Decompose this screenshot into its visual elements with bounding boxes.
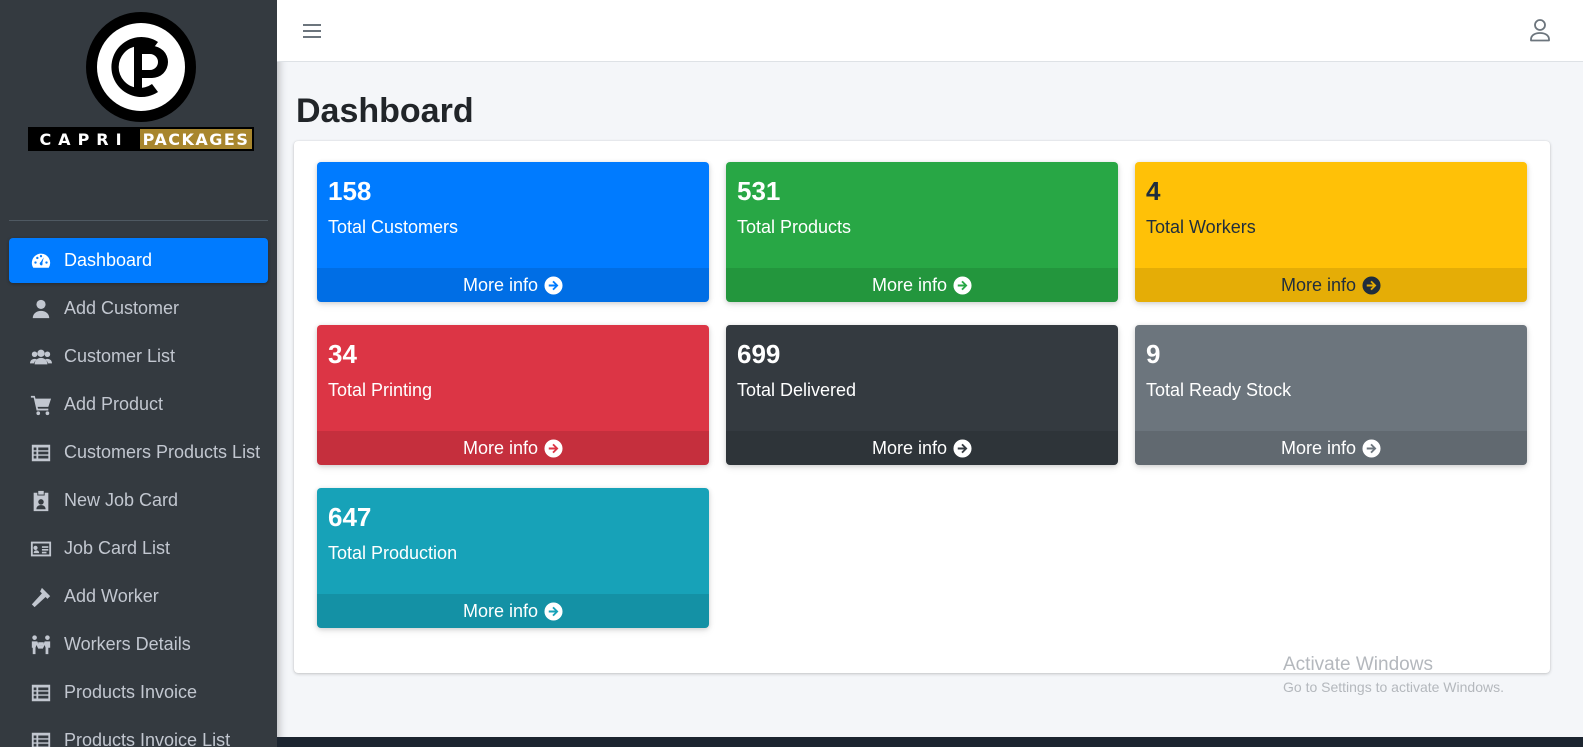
arrow-circle-right-icon xyxy=(953,438,972,458)
stat-box-printing: 34 Total Printing More info xyxy=(317,325,709,465)
sidebar-item-customer-list[interactable]: Customer List xyxy=(9,334,268,379)
stat-label: Total Workers xyxy=(1146,217,1256,237)
stat-value: 699 xyxy=(737,339,781,369)
sidebar-divider xyxy=(9,220,268,221)
stat-box-ready-stock: 9 Total Ready Stock More info xyxy=(1135,325,1527,465)
more-info-link[interactable]: More info xyxy=(1135,431,1527,465)
more-info-label: More info xyxy=(1280,437,1357,458)
sidebar-item-label: Job Card List xyxy=(64,538,171,558)
sidebar-item-job-card-list[interactable]: Job Card List xyxy=(9,526,268,571)
sidebar-item-new-job-card[interactable]: New Job Card xyxy=(9,478,268,523)
logo-word-capri: CAPRI xyxy=(28,127,140,151)
more-info-link[interactable]: More info xyxy=(1135,268,1527,302)
sidebar-item-add-customer[interactable]: Add Customer xyxy=(9,286,268,331)
id-card-icon xyxy=(29,538,53,560)
sidebar-item-label: Products Invoice xyxy=(64,682,198,702)
cart-icon xyxy=(29,394,53,416)
watermark-subtitle: Go to Settings to activate Windows. xyxy=(1283,679,1504,695)
stat-value: 158 xyxy=(328,176,372,206)
activate-windows-watermark: Activate Windows Go to Settings to activ… xyxy=(1283,654,1504,695)
arrow-circle-right-icon xyxy=(953,275,972,295)
arrow-circle-right-icon xyxy=(1362,275,1381,295)
id-badge-icon xyxy=(29,490,53,512)
stat-value: 34 xyxy=(328,339,357,369)
more-info-label: More info xyxy=(871,437,948,458)
more-info-label: More info xyxy=(462,437,539,458)
stat-box-delivered: 699 Total Delivered More info xyxy=(726,325,1118,465)
sidebar-item-add-worker[interactable]: Add Worker xyxy=(9,574,268,619)
stat-label: Total Production xyxy=(328,543,458,563)
users-icon xyxy=(29,346,53,368)
stat-label: Total Delivered xyxy=(737,380,857,400)
stat-label: Total Customers xyxy=(328,217,459,237)
sidebar-item-label: Add Product xyxy=(64,394,164,414)
sidebar-item-label: Products Invoice List xyxy=(64,730,231,747)
list-icon xyxy=(29,682,53,704)
arrow-circle-right-icon xyxy=(544,275,563,295)
bars-icon[interactable] xyxy=(303,20,321,40)
sidebar-item-label: New Job Card xyxy=(64,490,179,510)
sidebar-item-dashboard[interactable]: Dashboard xyxy=(9,238,268,283)
more-info-label: More info xyxy=(462,274,539,295)
sidebar-item-products-invoice[interactable]: Products Invoice xyxy=(9,670,268,715)
sidebar-item-products-invoice-list[interactable]: Products Invoice List xyxy=(9,718,268,747)
more-info-label: More info xyxy=(871,274,948,295)
sidebar-item-label: Dashboard xyxy=(64,250,153,270)
app-root: CAPRI PACKAGES Dashboard Add Customer Cu… xyxy=(0,0,1583,747)
logo-wordmark: CAPRI PACKAGES xyxy=(28,127,254,151)
brand-logo[interactable]: CAPRI PACKAGES xyxy=(28,10,254,152)
sidebar-item-workers-details[interactable]: Workers Details xyxy=(9,622,268,667)
logo-word-packages: PACKAGES xyxy=(140,127,254,151)
sidebar-item-label: Add Worker xyxy=(64,586,159,606)
arrow-circle-right-icon xyxy=(544,438,563,458)
os-taskbar-edge xyxy=(277,737,1583,747)
more-info-label: More info xyxy=(1280,274,1357,295)
more-info-link[interactable]: More info xyxy=(726,431,1118,465)
stat-value: 4 xyxy=(1146,176,1161,206)
stat-value: 531 xyxy=(737,176,781,206)
list-icon xyxy=(29,730,53,747)
stat-box-customers: 158 Total Customers More info xyxy=(317,162,709,302)
sidebar-item-label: Customers Products List xyxy=(64,442,261,462)
tachometer-icon xyxy=(29,250,53,272)
user-outline-icon[interactable] xyxy=(1529,18,1551,42)
stat-box-products: 531 Total Products More info xyxy=(726,162,1118,302)
watermark-title: Activate Windows xyxy=(1283,654,1433,675)
stat-value: 647 xyxy=(328,502,372,532)
more-info-link[interactable]: More info xyxy=(317,268,709,302)
page-title: Dashboard xyxy=(296,92,474,130)
stat-value: 9 xyxy=(1146,339,1161,369)
stat-box-workers: 4 Total Workers More info xyxy=(1135,162,1527,302)
arrow-circle-right-icon xyxy=(544,601,563,621)
sidebar-item-customers-products-list[interactable]: Customers Products List xyxy=(9,430,268,475)
stat-box-production: 647 Total Production More info xyxy=(317,488,709,628)
sidebar-nav: Dashboard Add Customer Customer List Add… xyxy=(9,238,268,747)
hammer-icon xyxy=(29,586,53,608)
more-info-link[interactable]: More info xyxy=(317,431,709,465)
stat-label: Total Ready Stock xyxy=(1146,380,1292,400)
list-icon xyxy=(29,442,53,464)
logo-emblem xyxy=(86,12,196,122)
sidebar-item-label: Workers Details xyxy=(64,634,191,654)
more-info-label: More info xyxy=(462,600,539,621)
more-info-link[interactable]: More info xyxy=(726,268,1118,302)
people-carry-icon xyxy=(29,634,53,656)
stat-label: Total Products xyxy=(737,217,852,237)
arrow-circle-right-icon xyxy=(1362,438,1381,458)
sidebar: CAPRI PACKAGES Dashboard Add Customer Cu… xyxy=(0,0,277,747)
sidebar-item-label: Customer List xyxy=(64,346,176,366)
more-info-link[interactable]: More info xyxy=(317,594,709,628)
stat-label: Total Printing xyxy=(328,380,433,400)
sidebar-item-label: Add Customer xyxy=(64,298,180,318)
top-navbar xyxy=(277,0,1583,62)
user-icon xyxy=(29,298,53,320)
sidebar-item-add-product[interactable]: Add Product xyxy=(9,382,268,427)
